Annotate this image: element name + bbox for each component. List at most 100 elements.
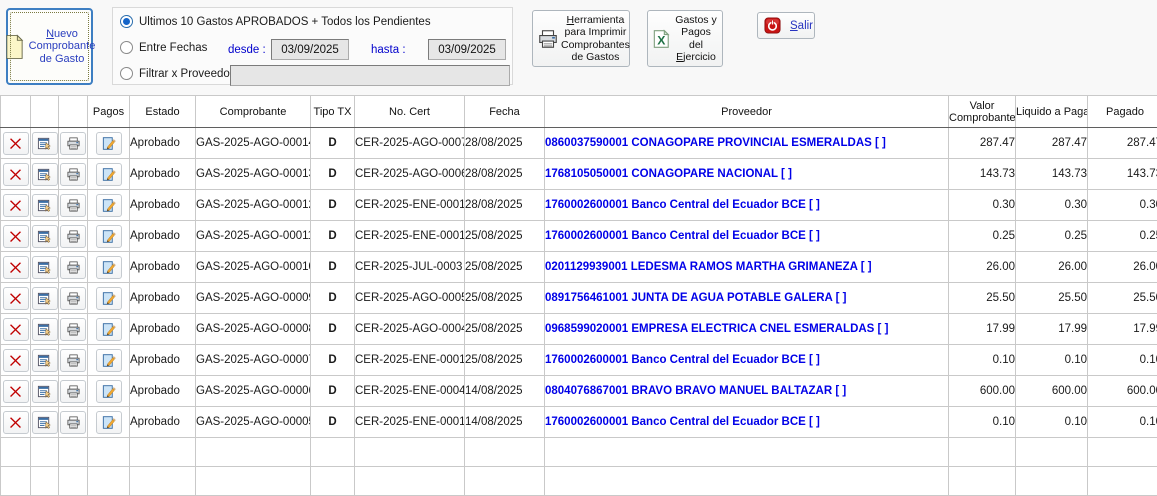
pagos-button[interactable] <box>96 194 122 217</box>
proveedor-link[interactable]: 1760002600001 Banco Central del Ecuador … <box>545 345 949 376</box>
col-header-proveedor: Proveedor <box>545 96 949 128</box>
proveedor-link[interactable]: 0968599020001 EMPRESA ELECTRICA CNEL ESM… <box>545 314 949 345</box>
filter-groupbox: Ultimos 10 Gastos APROBADOS + Todos los … <box>112 7 513 85</box>
fecha-cell: 28/08/2025 <box>465 190 545 221</box>
pagos-button[interactable] <box>96 225 122 248</box>
delete-button[interactable] <box>3 318 29 341</box>
proveedor-link[interactable]: 1768105050001 CONAGOPARE NACIONAL [ ] <box>545 159 949 190</box>
pagos-button[interactable] <box>96 256 122 279</box>
delete-button[interactable] <box>3 256 29 279</box>
radio-latest-label: Ultimos 10 Gastos APROBADOS + Todos los … <box>139 16 431 28</box>
properties-button[interactable] <box>32 132 58 155</box>
radio-latest-expenses[interactable]: Ultimos 10 Gastos APROBADOS + Todos los … <box>120 15 431 28</box>
properties-button[interactable] <box>32 256 58 279</box>
proveedor-link[interactable]: 0891756461001 JUNTA DE AGUA POTABLE GALE… <box>545 283 949 314</box>
tipo-tx-cell: D <box>311 159 355 190</box>
no-cert-cell: CER-2025-JUL-0003 <box>355 252 465 283</box>
proveedor-link[interactable]: 1760002600001 Banco Central del Ecuador … <box>545 190 949 221</box>
delete-button[interactable] <box>3 132 29 155</box>
tipo-tx-cell: D <box>311 221 355 252</box>
estado-cell: Aprobado <box>130 407 196 438</box>
print-row-button[interactable] <box>60 132 86 155</box>
print-comprobantes-button[interactable]: Herramienta para Imprimir Comprobantes d… <box>532 10 630 67</box>
hasta-date-input[interactable] <box>428 39 506 60</box>
estado-cell: Aprobado <box>130 221 196 252</box>
print-row-button[interactable] <box>60 256 86 279</box>
print-row-button[interactable] <box>60 194 86 217</box>
comprobante-cell: GAS-2025-AGO-00005 <box>196 407 311 438</box>
delete-button[interactable] <box>3 163 29 186</box>
col-header-tipo-tx: Tipo TX <box>311 96 355 128</box>
delete-button[interactable] <box>3 225 29 248</box>
pagos-button[interactable] <box>96 349 122 372</box>
exit-button[interactable]: Salir <box>757 12 815 39</box>
liquido-a-pagar-cell: 17.99 <box>1016 314 1088 345</box>
properties-button[interactable] <box>32 194 58 217</box>
pagos-button[interactable] <box>96 380 122 403</box>
proveedor-link[interactable]: 1760002600001 Banco Central del Ecuador … <box>545 407 949 438</box>
valor-comprobante-cell: 0.25 <box>949 221 1016 252</box>
col-header-pagos: Pagos <box>88 96 130 128</box>
valor-comprobante-cell: 0.10 <box>949 407 1016 438</box>
pagos-button[interactable] <box>96 163 122 186</box>
properties-button[interactable] <box>32 225 58 248</box>
print-row-button[interactable] <box>60 225 86 248</box>
provider-filter-input[interactable] <box>230 65 510 86</box>
proveedor-link[interactable]: 0201129939001 LEDESMA RAMOS MARTHA GRIMA… <box>545 252 949 283</box>
radio-unselected-icon[interactable] <box>120 41 133 54</box>
fecha-cell: 25/08/2025 <box>465 283 545 314</box>
properties-button[interactable] <box>32 163 58 186</box>
radio-selected-icon[interactable] <box>120 15 133 28</box>
tipo-tx-cell: D <box>311 283 355 314</box>
excel-report-button[interactable]: X Gastos y Pagos del Ejercicio <box>647 10 723 67</box>
print-row-button[interactable] <box>60 163 86 186</box>
proveedor-link[interactable]: 0804076867001 BRAVO BRAVO MANUEL BALTAZA… <box>545 376 949 407</box>
valor-comprobante-cell: 287.47 <box>949 128 1016 159</box>
pagado-cell: 0.30 <box>1088 190 1157 221</box>
print-row-button[interactable] <box>60 349 86 372</box>
print-row-button[interactable] <box>60 287 86 310</box>
pagado-cell: 600.00 <box>1088 376 1157 407</box>
pagos-button[interactable] <box>96 287 122 310</box>
liquido-a-pagar-cell: 0.30 <box>1016 190 1088 221</box>
radio-between-dates[interactable]: Entre Fechas <box>120 41 207 54</box>
delete-button[interactable] <box>3 380 29 403</box>
proveedor-link[interactable]: 0860037590001 CONAGOPARE PROVINCIAL ESME… <box>545 128 949 159</box>
table-row: Aprobado GAS-2025-AGO-00005 D CER-2025-E… <box>1 407 1157 438</box>
delete-button[interactable] <box>3 287 29 310</box>
radio-unselected-icon[interactable] <box>120 67 133 80</box>
pagos-button[interactable] <box>96 318 122 341</box>
no-cert-cell: CER-2025-AGO-0006 <box>355 159 465 190</box>
radio-filter-provider[interactable]: Filtrar x Proveedor <box>120 67 234 80</box>
no-cert-cell: CER-2025-ENE-0001 <box>355 190 465 221</box>
print-row-button[interactable] <box>60 380 86 403</box>
estado-cell: Aprobado <box>130 376 196 407</box>
properties-button[interactable] <box>32 349 58 372</box>
comprobante-cell: GAS-2025-AGO-00008 <box>196 314 311 345</box>
tipo-tx-cell: D <box>311 407 355 438</box>
pagado-cell: 0.10 <box>1088 407 1157 438</box>
pagos-button[interactable] <box>96 132 122 155</box>
print-row-button[interactable] <box>60 318 86 341</box>
pagado-cell: 26.00 <box>1088 252 1157 283</box>
liquido-a-pagar-cell: 0.10 <box>1016 345 1088 376</box>
col-header-delete <box>1 96 31 128</box>
table-row: Aprobado GAS-2025-AGO-00007 D CER-2025-E… <box>1 345 1157 376</box>
col-header-liquido-a-pagar: Liquido a Pagar <box>1016 96 1088 128</box>
properties-button[interactable] <box>32 380 58 403</box>
pagado-cell: 143.73 <box>1088 159 1157 190</box>
comprobante-cell: GAS-2025-AGO-00014 <box>196 128 311 159</box>
properties-button[interactable] <box>32 287 58 310</box>
delete-button[interactable] <box>3 194 29 217</box>
proveedor-link[interactable]: 1760002600001 Banco Central del Ecuador … <box>545 221 949 252</box>
properties-button[interactable] <box>32 318 58 341</box>
desde-date-input[interactable] <box>271 39 349 60</box>
properties-button[interactable] <box>32 411 58 434</box>
new-expense-button[interactable]: Nuevo Comprobante de Gasto <box>6 8 93 85</box>
no-cert-cell: CER-2025-AGO-0005 <box>355 283 465 314</box>
pagos-button[interactable] <box>96 411 122 434</box>
print-row-button[interactable] <box>60 411 86 434</box>
delete-button[interactable] <box>3 349 29 372</box>
delete-button[interactable] <box>3 411 29 434</box>
fecha-cell: 25/08/2025 <box>465 252 545 283</box>
